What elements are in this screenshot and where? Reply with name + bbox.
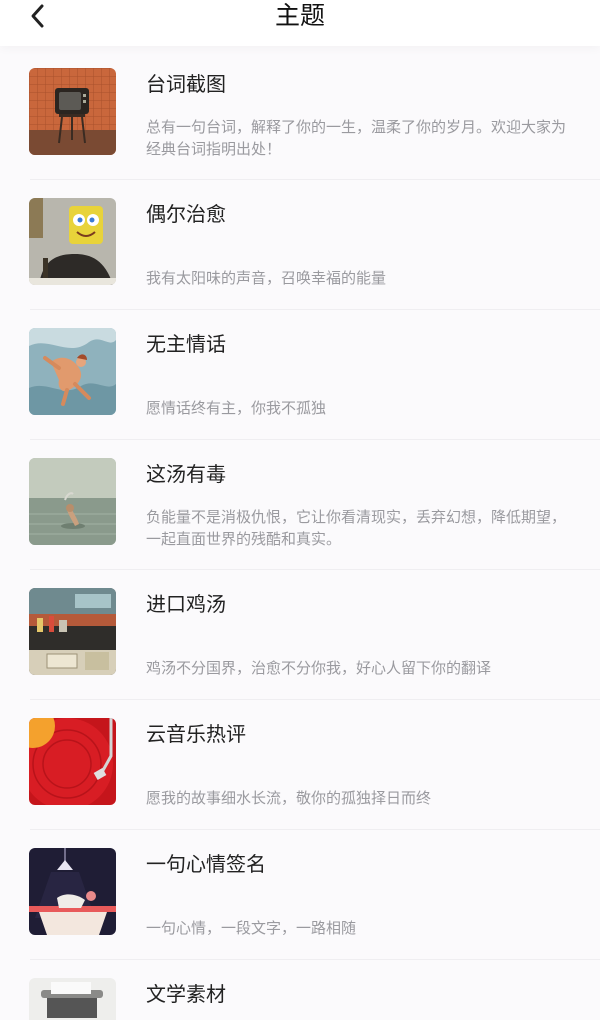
theme-description: 鸡汤不分国界，治愈不分你我，好心人留下你的翻译 xyxy=(146,659,492,677)
typewriter-thumbnail xyxy=(29,978,116,1020)
theme-description: 一句心情，一段文字，一路相随 xyxy=(146,919,357,937)
theme-item[interactable]: 偶尔治愈 我有太阳味的声音，召唤幸福的能量 xyxy=(0,180,600,310)
theme-item[interactable]: 台词截图 总有一句台词，解释了你的一生，温柔了你的岁月。欢迎大家为经典台词指明出… xyxy=(0,50,600,180)
theme-name: 无主情话 xyxy=(146,332,226,356)
vintage-tv-thumbnail xyxy=(29,68,116,155)
theme-item[interactable]: 文学素材 xyxy=(0,960,600,1020)
spongebob-head-person-thumbnail xyxy=(29,198,116,285)
page-title: 主题 xyxy=(274,1,325,30)
theme-description: 总有一句台词，解释了你的一生，温柔了你的岁月。欢迎大家为经典台词指明出处！ xyxy=(146,118,567,158)
person-in-water-thumbnail xyxy=(29,458,116,545)
theme-item[interactable]: 进口鸡汤 鸡汤不分国界，治愈不分你我，好心人留下你的翻译 xyxy=(0,570,600,700)
theme-name: 进口鸡汤 xyxy=(146,592,226,616)
theme-name: 文学素材 xyxy=(146,982,226,1006)
theme-name: 台词截图 xyxy=(146,72,226,96)
theme-item[interactable]: 这汤有毒 负能量不是消极仇恨，它让你看清现实，丢弃幻想，降低期望，一起直面世界的… xyxy=(0,440,600,570)
theme-description: 负能量不是消极仇恨，它让你看清现实，丢弃幻想，降低期望，一起直面世界的残酷和真实… xyxy=(146,508,567,548)
theme-name: 偶尔治愈 xyxy=(146,202,226,226)
theme-item[interactable]: 一句心情签名 一句心情，一段文字，一路相随 xyxy=(0,830,600,960)
theme-name: 云音乐热评 xyxy=(146,722,246,746)
theme-list: 台词截图 总有一句台词，解释了你的一生，温柔了你的岁月。欢迎大家为经典台词指明出… xyxy=(0,50,600,1020)
theme-name: 一句心情签名 xyxy=(146,852,266,876)
floating-figure-painting-thumbnail xyxy=(29,328,116,415)
theme-name: 这汤有毒 xyxy=(146,462,226,486)
diner-counter-thumbnail xyxy=(29,588,116,675)
theme-item[interactable]: 无主情话 愿情话终有主，你我不孤独 xyxy=(0,310,600,440)
vinyl-record-thumbnail xyxy=(29,718,116,805)
theme-description: 愿我的故事细水长流，敬你的孤独择日而终 xyxy=(146,789,432,807)
theme-item[interactable]: 云音乐热评 愿我的故事细水长流，敬你的孤独择日而终 xyxy=(0,700,600,830)
theme-description: 我有太阳味的声音，召唤幸福的能量 xyxy=(146,269,387,287)
night-desk-lamp-thumbnail xyxy=(29,848,116,935)
top-bar: 主题 xyxy=(0,0,600,46)
theme-description: 愿情话终有主，你我不孤独 xyxy=(146,399,327,417)
